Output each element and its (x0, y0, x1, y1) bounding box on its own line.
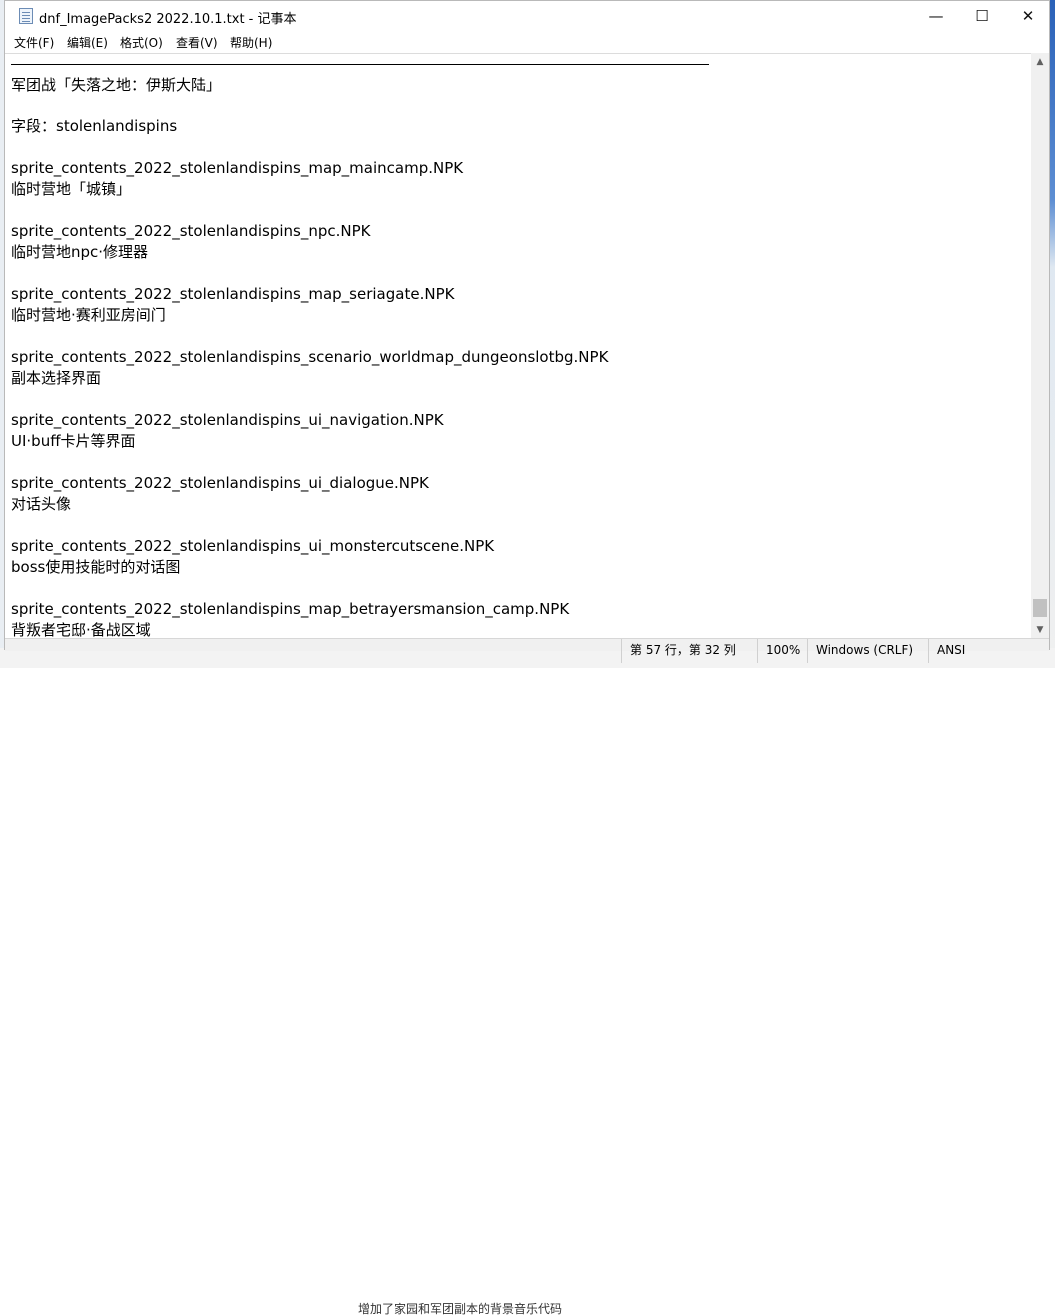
text-line: sprite_contents_2022_stolenlandispins_np… (11, 222, 371, 240)
menu-edit[interactable]: 编辑(E) (67, 34, 108, 51)
maximize-button[interactable]: ☐ (959, 1, 1005, 31)
scroll-up-icon[interactable]: ▲ (1031, 53, 1049, 70)
scrollbar-thumb[interactable] (1033, 599, 1047, 617)
status-zoom: 100% (757, 639, 807, 663)
menu-view[interactable]: 查看(V) (176, 34, 218, 51)
text-line: 字段：stolenlandispins (11, 117, 178, 135)
text-line: UI·buff卡片等界面 (11, 432, 136, 450)
title-bar[interactable]: dnf_ImagePacks2 2022.10.1.txt - 记事本 — ☐ … (5, 1, 1049, 31)
status-encoding: ANSI (928, 639, 978, 663)
window-title: dnf_ImagePacks2 2022.10.1.txt - 记事本 (39, 12, 297, 27)
text-line: 副本选择界面 (11, 369, 102, 387)
text-line: sprite_contents_2022_stolenlandispins_ui… (11, 411, 444, 429)
menu-format[interactable]: 格式(O) (120, 34, 163, 51)
notepad-icon (19, 8, 33, 24)
status-cursor-position: 第 57 行，第 32 列 (621, 639, 737, 663)
close-button[interactable]: ✕ (1005, 1, 1051, 31)
menu-help[interactable]: 帮助(H) (230, 34, 272, 51)
menu-bar: 文件(F) 编辑(E) 格式(O) 查看(V) 帮助(H) (5, 31, 1049, 53)
status-line-ending: Windows (CRLF) (807, 639, 928, 663)
text-line: 背叛者宅邸·备战区域 (11, 621, 151, 639)
vertical-scrollbar[interactable]: ▲ ▼ (1031, 53, 1049, 638)
text-line: 军团战「失落之地：伊斯大陆」 (11, 76, 222, 94)
text-line: boss使用技能时的对话图 (11, 558, 181, 576)
text-line: 临时营地·赛利亚房间门 (11, 306, 166, 324)
text-line: 临时营地「城镇」 (11, 180, 132, 198)
text-line: sprite_contents_2022_stolenlandispins_ui… (11, 537, 495, 555)
text-editor[interactable]: 军团战「失落之地：伊斯大陆」 字段：stolenlandispins sprit… (5, 53, 1031, 639)
text-line: sprite_contents_2022_stolenlandispins_ma… (11, 285, 455, 303)
scroll-down-icon[interactable]: ▼ (1031, 621, 1049, 638)
menu-file[interactable]: 文件(F) (14, 34, 54, 51)
text-line: 临时营地npc·修理器 (11, 243, 149, 261)
text-line: 对话头像 (11, 495, 72, 513)
background-window-text: 增加了家园和军团副本的背景音乐代码 (358, 1302, 563, 1316)
text-line: sprite_contents_2022_stolenlandispins_sc… (11, 348, 609, 366)
text-line: sprite_contents_2022_stolenlandispins_ui… (11, 474, 429, 492)
notepad-window: dnf_ImagePacks2 2022.10.1.txt - 记事本 — ☐ … (4, 0, 1050, 663)
minimize-button[interactable]: — (913, 1, 959, 31)
text-line: sprite_contents_2022_stolenlandispins_ma… (11, 159, 464, 177)
status-bar: 第 57 行，第 32 列 100% Windows (CRLF) ANSI (5, 638, 1049, 663)
separator-line (11, 64, 709, 65)
text-line: sprite_contents_2022_stolenlandispins_ma… (11, 600, 570, 618)
